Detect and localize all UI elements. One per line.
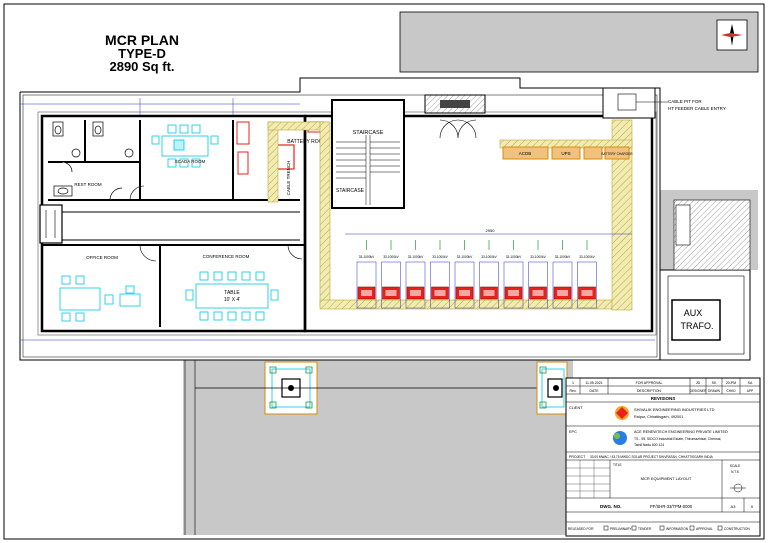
- revisions-header: REVISIONS: [651, 396, 676, 401]
- scada-room-label: SCADA ROOM: [175, 159, 206, 164]
- cable-pit-label-2: HT FEEDER CABLE ENTRY: [668, 106, 726, 111]
- conference-room-label: CONFERENCE ROOM: [203, 254, 250, 259]
- office-room-label: OFFICE ROOM: [86, 255, 118, 260]
- drawing-title: MCR EQUIPMENT LAYOUT: [641, 476, 692, 481]
- mcr-plan-drawing: MCR PLAN TYPE-D 2890 Sq ft. REST ROOM SC…: [3, 3, 765, 540]
- rel-option-4: CONSTRUCTION: [724, 527, 750, 531]
- staircase-label-2: STAIRCASE: [336, 188, 365, 194]
- rev-cell-0: 1: [572, 381, 574, 385]
- rev-head-0: Rev.: [570, 389, 577, 393]
- sheet-size: A3: [731, 504, 737, 509]
- dwg-no: PF/SHR-33/TPM-0000: [650, 504, 693, 509]
- scale-value: N.T.S: [731, 470, 739, 474]
- title-label: TITLE: [613, 463, 622, 467]
- dwg-no-label: DWG. NO.: [600, 504, 622, 509]
- rev-cell-6: SA: [748, 381, 753, 385]
- cable-pit-label-1: CABLE PIT FOR: [668, 99, 702, 104]
- cable-trench-label: CABLE TRENCH: [286, 161, 291, 196]
- grey-zone-top: [399, 11, 759, 73]
- rev-cell-1: 11.05.2021: [585, 381, 602, 385]
- rev-cell-4: SK: [712, 381, 717, 385]
- battery-charger-label: BATTERY CHARGER: [601, 152, 633, 156]
- epc-label: EPC: [569, 430, 577, 434]
- released-for-label: RELEASED FOR: [568, 527, 594, 531]
- rev-head-6: APP: [747, 389, 753, 393]
- earth-pit-right: [536, 361, 568, 415]
- rev-head-4: DRAWN: [708, 389, 721, 393]
- aux-trafo-label-1: AUX: [684, 308, 703, 318]
- aux-trafo-label-2: TRAFO.: [681, 321, 714, 331]
- ht-panel-label: 33-1000kV: [530, 255, 546, 259]
- epc-address-2: Tamil Nadu 600 124: [634, 443, 664, 447]
- scale-label: SCALE: [730, 464, 740, 468]
- north-arrow-icon: [716, 19, 748, 51]
- acdb-label: ACDB: [519, 151, 532, 156]
- rev-head-3: DESIGNER: [690, 389, 707, 393]
- ht-panel-label: 33-1000kV: [481, 255, 497, 259]
- rev-head-2: DESCRIPTION: [637, 389, 661, 393]
- rest-room-label: REST ROOM: [74, 182, 101, 187]
- client-label: CLIENT: [569, 406, 583, 410]
- cable-pit: [602, 87, 656, 119]
- plan-title-line3: 2890 Sq ft.: [109, 59, 174, 74]
- client-name: SHIVALIK ENGINEERING INDUSTRIES LTD: [634, 407, 715, 412]
- table-size-label: 10' X 4': [224, 297, 240, 303]
- staircase-label-1: STAIRCASE: [353, 130, 384, 136]
- rel-option-3: APPROVAL: [696, 527, 713, 531]
- ups-label: UPS: [561, 151, 570, 156]
- epc-name: ACE RENEWTECH ENGINEERING PRIVATE LIMITE…: [634, 430, 728, 434]
- ht-panel-label: 33-1000kV: [408, 255, 424, 259]
- ht-panel-label: 33-1000kV: [579, 255, 595, 259]
- client-address: Raipur, Chhattisgarh, 492001: [634, 415, 683, 419]
- rev-cell-5: 20-PM: [726, 381, 736, 385]
- ht-panel-label: 33-1000kV: [359, 255, 375, 259]
- rel-option-1: TENDER: [638, 527, 652, 531]
- epc-address-1: TS - 95, SIDCO Industrial Estate, Thirum…: [634, 437, 721, 441]
- ht-panel-label: 33-1000kV: [555, 255, 571, 259]
- project-label: PROJECT: [569, 455, 586, 459]
- ht-panel-label: 33-1000kV: [383, 255, 399, 259]
- ht-panel-label: 33-1000kV: [457, 255, 473, 259]
- panel-dimension-label: 2950: [486, 228, 496, 233]
- ht-panel-label: 33-1000kV: [432, 255, 448, 259]
- rev-head-1: DATE: [589, 389, 599, 393]
- table-label: TABLE: [224, 290, 240, 296]
- rev-head-5: CHKD: [726, 389, 736, 393]
- rel-option-0: PRELIMINARY: [610, 527, 632, 531]
- ht-panel-label: 33-1000kV: [506, 255, 522, 259]
- rev-cell-3: JD: [696, 381, 701, 385]
- rel-option-2: INFORMATION: [666, 527, 689, 531]
- project-name: 33.00 MWAC / 43.75 MWDC SOLAR PROJECT SH…: [590, 455, 714, 459]
- entrance-door: [39, 204, 63, 244]
- rev-cell-2: FOR APPROVAL: [636, 381, 663, 385]
